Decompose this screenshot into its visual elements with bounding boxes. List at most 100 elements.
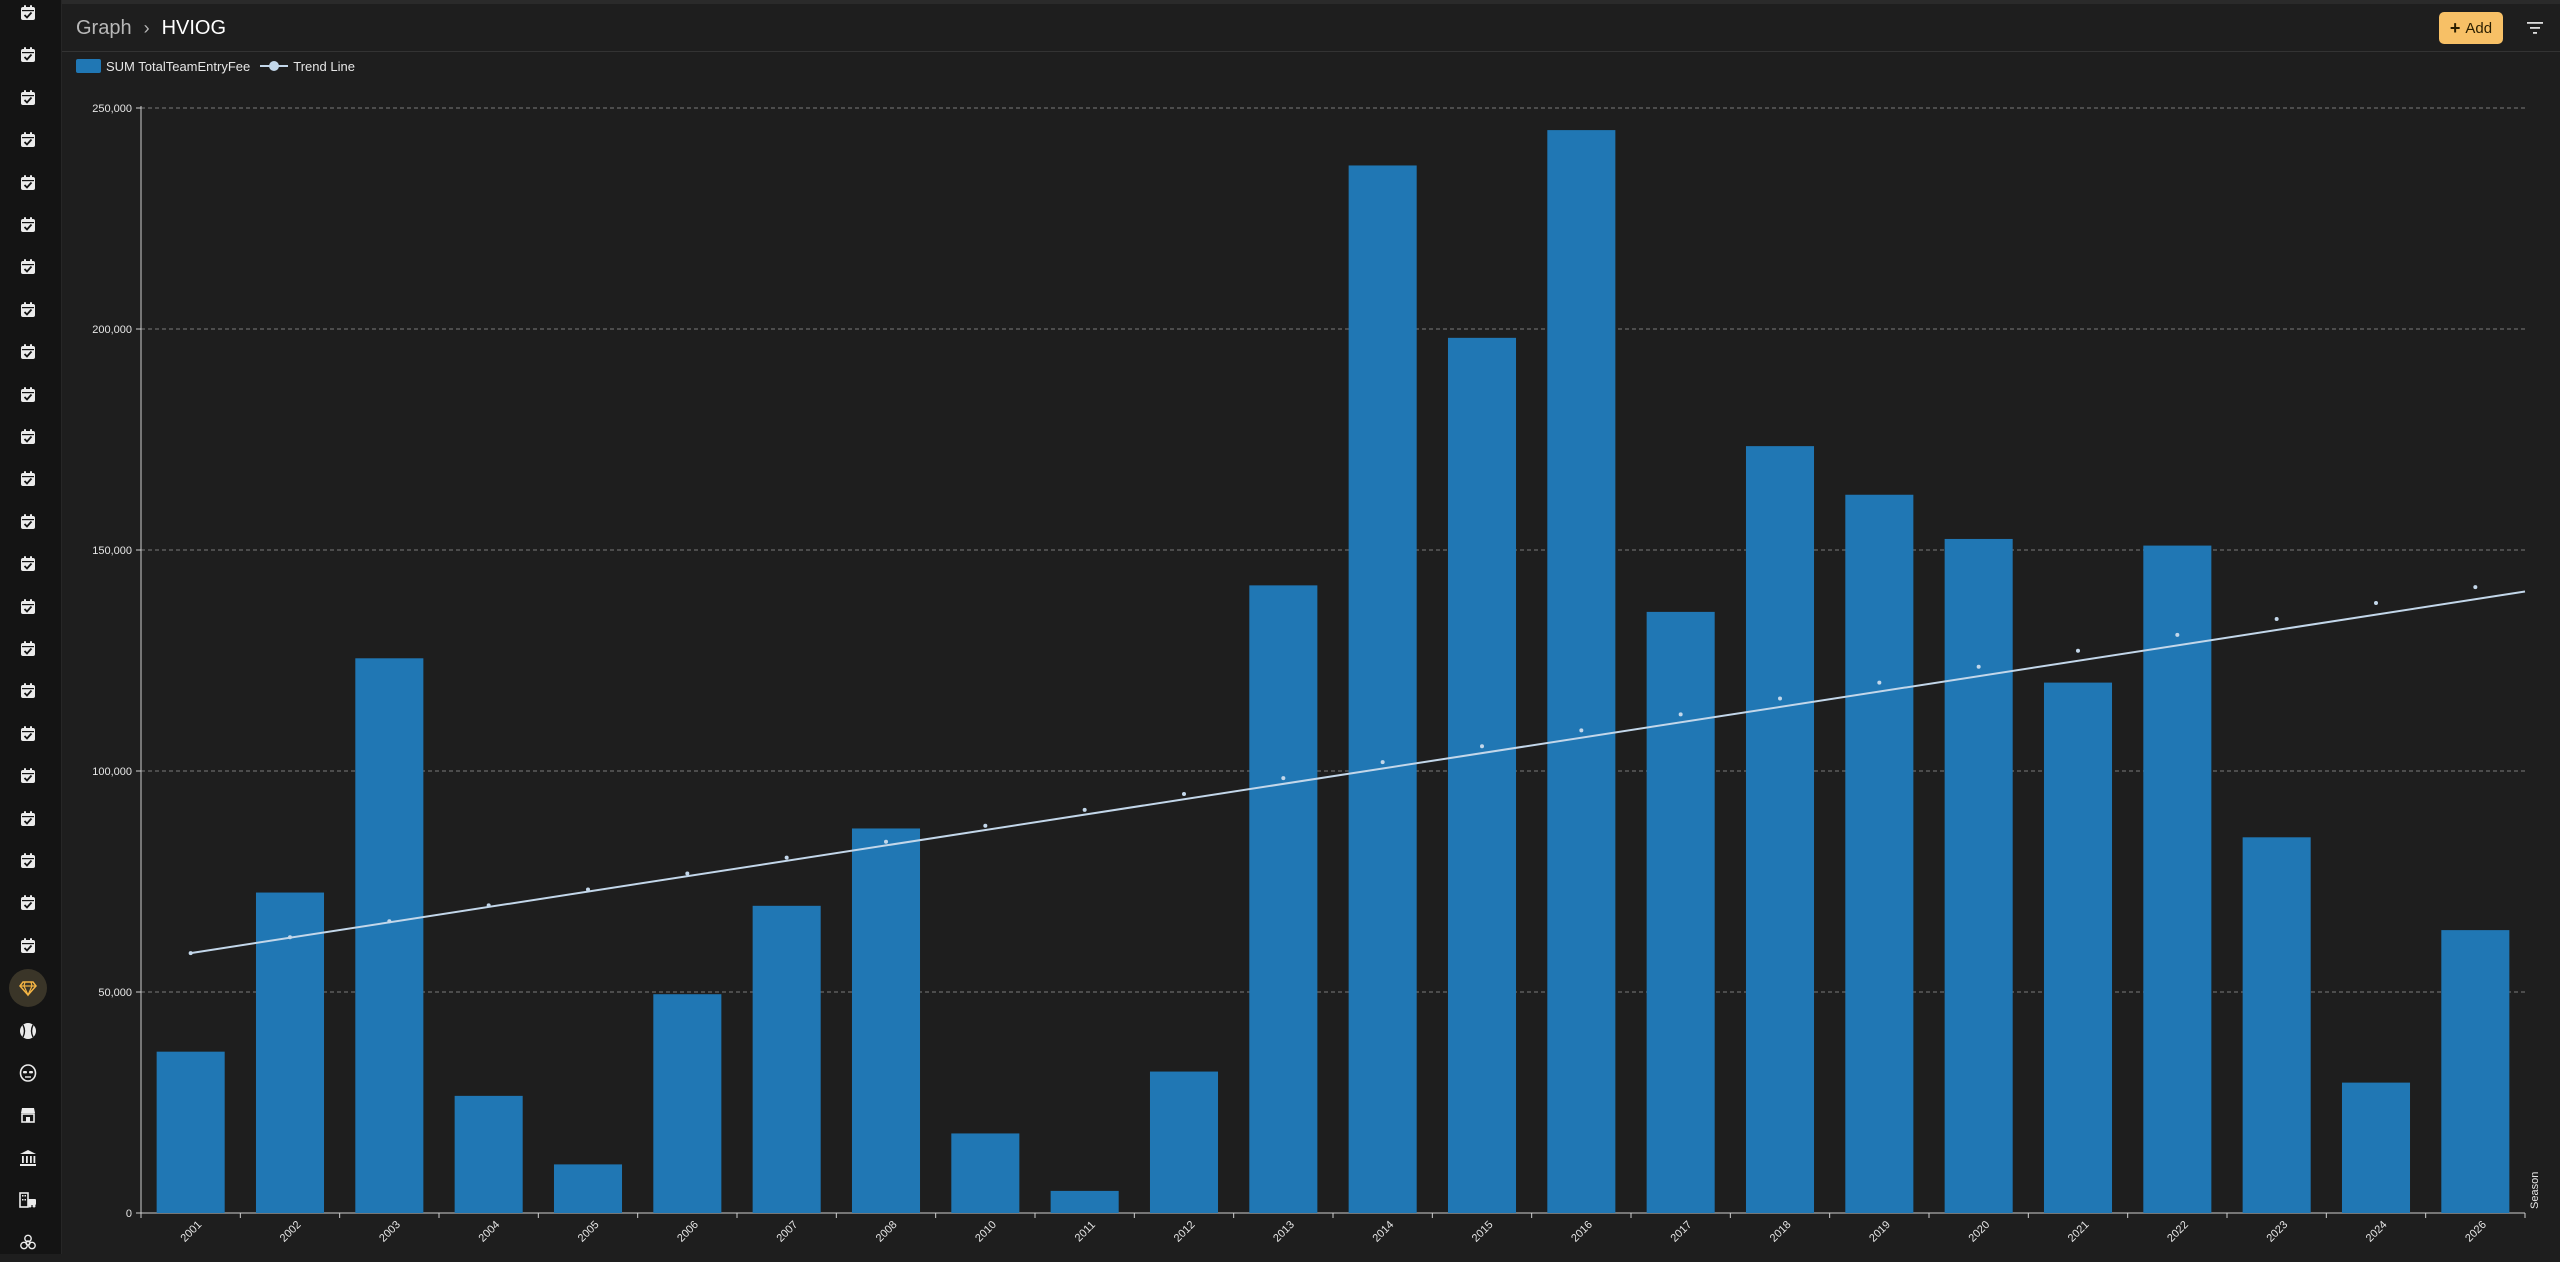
add-button-label: Add	[2465, 19, 2493, 37]
bar-2007[interactable]	[752, 905, 821, 1213]
trend-point-2002	[288, 935, 292, 940]
biohazard-icon	[18, 1233, 38, 1253]
sidebar-item-calendar-check-10[interactable]	[9, 376, 47, 414]
bar-2012[interactable]	[1149, 1071, 1219, 1213]
bar-2016[interactable]	[1547, 130, 1616, 1214]
sidebar-item-calendar-check-1[interactable]	[9, 0, 47, 32]
sidebar-item-calendar-check-11[interactable]	[9, 418, 47, 456]
calendar-check-icon	[18, 427, 38, 447]
calendar-check-icon	[18, 936, 38, 956]
sidebar-item-calendar-check-2[interactable]	[9, 36, 47, 74]
sidebar-item-calendar-check-21[interactable]	[9, 842, 47, 880]
y-tick-label: 150,000	[92, 545, 132, 557]
sidebar-item-calendar-check-18[interactable]	[9, 715, 47, 753]
sidebar-item-calendar-check-13[interactable]	[9, 503, 47, 541]
sidebar-item-calendar-check-6[interactable]	[9, 206, 47, 244]
bar-2023[interactable]	[2242, 837, 2311, 1213]
trend-point-2001	[188, 951, 193, 956]
x-tick-label: 2014	[1370, 1219, 1396, 1245]
legend-label-trend-line: Trend Line	[293, 58, 355, 74]
bar-2003[interactable]	[355, 658, 424, 1213]
x-tick-label: 2015	[1470, 1219, 1496, 1245]
sidebar-item-calendar-check-7[interactable]	[9, 248, 47, 286]
bus-building-icon	[18, 1190, 38, 1210]
sidebar-item-baseball-25[interactable]	[9, 1012, 47, 1050]
legend-item-trend-line[interactable]: Trend Line	[260, 59, 355, 74]
x-tick-label: 2011	[1073, 1219, 1098, 1244]
shop-icon	[18, 1105, 38, 1125]
trend-point-2005	[586, 887, 590, 892]
sidebar-item-bus-building-29[interactable]	[9, 1181, 47, 1219]
page-title: HVIOG	[161, 16, 227, 39]
sidebar-item-calendar-check-23[interactable]	[9, 927, 47, 965]
x-tick-label: 2001	[178, 1219, 204, 1245]
sidebar-item-calendar-check-12[interactable]	[9, 460, 47, 498]
sidebar-item-calendar-check-9[interactable]	[9, 333, 47, 371]
x-tick-label: 2018	[1768, 1219, 1794, 1245]
calendar-check-icon	[18, 88, 38, 108]
sidebar-item-calendar-check-5[interactable]	[9, 164, 47, 202]
x-tick-label: 2013	[1271, 1219, 1297, 1245]
sidebar	[0, 0, 62, 1254]
bar-2013[interactable]	[1249, 585, 1318, 1213]
add-button[interactable]: + Add	[2439, 12, 2503, 44]
breadcrumb-graph-link[interactable]: Graph	[76, 17, 132, 40]
bar-2014[interactable]	[1348, 165, 1417, 1214]
bar-2011[interactable]	[1050, 1190, 1119, 1213]
sidebar-item-calendar-check-17[interactable]	[9, 672, 47, 710]
sidebar-item-gem-24[interactable]	[9, 969, 47, 1008]
legend-swatch-bar	[76, 59, 101, 73]
sidebar-item-calendar-check-4[interactable]	[9, 121, 47, 159]
legend-item-bar-series[interactable]: SUM TotalTeamEntryFee	[76, 59, 250, 74]
bar-2006[interactable]	[653, 994, 722, 1213]
trend-point-2021	[2076, 648, 2080, 653]
bar-2017[interactable]	[1646, 611, 1715, 1213]
sidebar-item-biohazard-30[interactable]	[9, 1224, 47, 1262]
trend-point-2013	[1281, 776, 1286, 781]
bar-2024[interactable]	[2341, 1082, 2411, 1213]
trend-point-2011	[1082, 807, 1087, 812]
sidebar-item-calendar-check-19[interactable]	[9, 757, 47, 795]
sidebar-item-calendar-check-22[interactable]	[9, 884, 47, 922]
sidebar-item-bank-28[interactable]	[9, 1139, 47, 1177]
filter-icon[interactable]	[2523, 16, 2547, 40]
sidebar-item-mask-26[interactable]	[9, 1054, 47, 1092]
bar-2004[interactable]	[454, 1095, 523, 1213]
y-tick-label: 0	[126, 1208, 132, 1220]
x-tick-label: 2026	[2463, 1219, 2489, 1245]
trend-point-2012	[1182, 791, 1186, 796]
calendar-check-icon	[18, 681, 38, 701]
sidebar-item-calendar-check-15[interactable]	[9, 588, 47, 626]
y-tick-label: 200,000	[92, 324, 132, 336]
bar-2010[interactable]	[951, 1133, 1020, 1213]
trend-point-2026	[2473, 585, 2478, 590]
sidebar-item-calendar-check-3[interactable]	[9, 79, 47, 117]
trend-point-2004	[486, 903, 491, 908]
calendar-check-icon	[18, 512, 38, 532]
bar-2005[interactable]	[553, 1164, 623, 1213]
bar-2021[interactable]	[2043, 682, 2113, 1213]
sidebar-item-calendar-check-20[interactable]	[9, 800, 47, 838]
bar-2015[interactable]	[1447, 337, 1517, 1214]
x-tick-label: 2003	[377, 1219, 403, 1245]
bar-2026[interactable]	[2441, 930, 2510, 1213]
trend-point-2006	[685, 871, 690, 876]
bar-2001[interactable]	[156, 1051, 225, 1213]
calendar-check-icon	[18, 554, 38, 574]
trend-point-2017	[1678, 712, 1683, 717]
y-tick-label: 50,000	[98, 987, 132, 999]
bar-2018[interactable]	[1745, 446, 1815, 1213]
bar-2019[interactable]	[1845, 494, 1914, 1213]
bar-2008[interactable]	[851, 828, 921, 1213]
sidebar-item-calendar-check-14[interactable]	[9, 545, 47, 583]
sidebar-item-shop-27[interactable]	[9, 1096, 47, 1134]
bar-2020[interactable]	[1944, 538, 2013, 1213]
trend-point-2010	[983, 823, 988, 828]
x-tick-label: 2012	[1172, 1219, 1198, 1245]
x-tick-label: 2005	[576, 1219, 602, 1245]
sidebar-item-calendar-check-16[interactable]	[9, 630, 47, 668]
gem-icon	[18, 978, 38, 998]
sidebar-item-calendar-check-8[interactable]	[9, 291, 47, 329]
x-tick-label: 2024	[2364, 1219, 2390, 1245]
calendar-check-icon	[18, 257, 38, 277]
